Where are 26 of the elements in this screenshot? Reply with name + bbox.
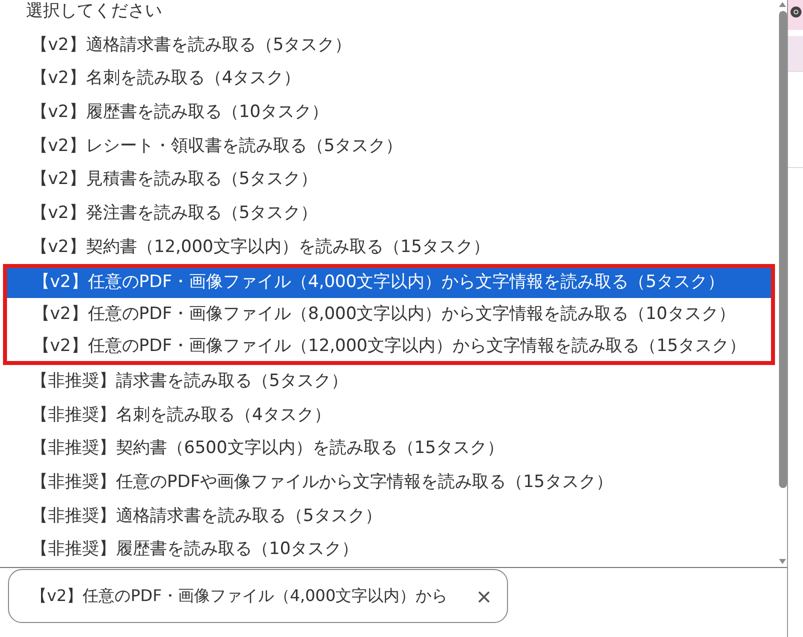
clear-icon[interactable]: [477, 590, 491, 604]
dropdown-option[interactable]: 【v2】契約書（12,000文字以内）を読み取る（15タスク）: [9, 230, 769, 264]
dropdown-option[interactable]: 【v2】履歴書を読み取る（10タスク）: [9, 96, 769, 130]
dropdown-option[interactable]: 【v2】名刺を読み取る（4タスク）: [9, 62, 769, 96]
dropdown-option[interactable]: 【v2】適格請求書を読み取る（5タスク）: [9, 28, 769, 62]
scroll-down-icon[interactable]: [778, 558, 787, 566]
browser-tab[interactable]: [788, 0, 803, 30]
dropdown-option[interactable]: 【v2】任意のPDF・画像ファイル（4,000文字以内）から文字情報を読み取る（5タスク）: [3, 264, 775, 298]
dropdown-option[interactable]: 【v2】レシート・領収書を読み取る（5タスク）: [9, 130, 769, 164]
dropdown-option[interactable]: 【非推奨】名刺を読み取る（4タスク）: [9, 398, 769, 432]
dropdown-option[interactable]: 【v2】発注書を読み取る（5タスク）: [9, 196, 769, 230]
dropdown-option[interactable]: 【v2】見積書を読み取る（5タスク）: [9, 163, 769, 197]
browser-icon[interactable]: [790, 6, 802, 18]
dropdown-option[interactable]: 【非推奨】契約書（6500文字以内）を読み取る（15タスク）: [9, 432, 769, 466]
field-value: 【v2】任意のPDF・画像ファイル（4,000文字以内）から: [31, 585, 448, 607]
dropdown-option[interactable]: 【非推奨】任意のPDFや画像ファイルから文字情報を読み取る（15タスク）: [9, 466, 769, 500]
dropdown-placeholder[interactable]: 選択してください: [0, 0, 778, 29]
select-field[interactable]: 【v2】任意のPDF・画像ファイル（4,000文字以内）から: [8, 569, 508, 623]
dropdown-option[interactable]: 【非推奨】適格請求書を読み取る（5タスク）: [9, 500, 769, 534]
dropdown-option[interactable]: 【v2】任意のPDF・画像ファイル（12,000文字以内）から文字情報を読み取る（15タスク）: [3, 331, 775, 366]
scrollbar[interactable]: [778, 0, 787, 567]
scroll-up-icon[interactable]: [778, 0, 787, 8]
toolbar-strip: [788, 36, 803, 72]
dropdown-option[interactable]: 【非推奨】請求書を読み取る（5タスク）: [9, 365, 769, 399]
dropdown-option[interactable]: 【非推奨】履歴書を読み取る（10タスク）: [9, 533, 769, 567]
scrollbar-thumb[interactable]: [778, 11, 786, 488]
